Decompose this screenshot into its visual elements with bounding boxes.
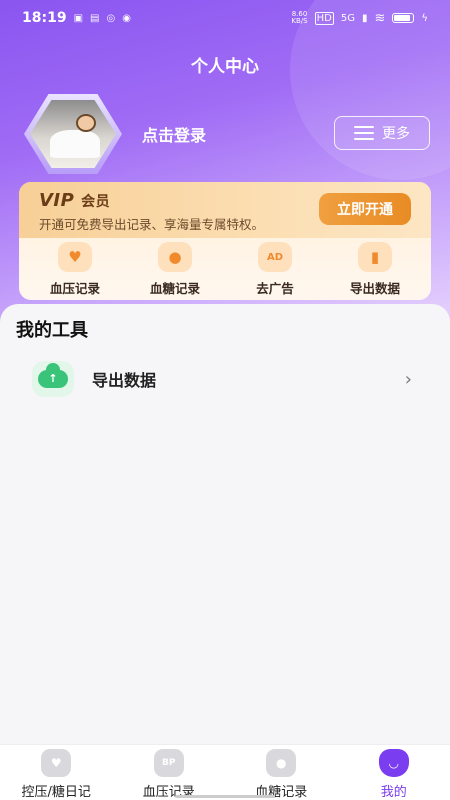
open-vip-button[interactable]: 立即开通: [319, 193, 411, 225]
status-time: 18:19: [22, 10, 67, 26]
perk-remove-ads[interactable]: AD 去广告: [227, 242, 323, 297]
picture-icon: ▤: [90, 12, 100, 24]
tab-mine[interactable]: ◡ 我的: [338, 745, 450, 800]
tab-blood-pressure[interactable]: BP 血压记录: [113, 745, 226, 800]
perk-label: 去广告: [256, 281, 294, 296]
signal-bars-icon: ▮: [361, 12, 368, 24]
avatar-figure-head: [76, 114, 96, 132]
vip-description: 开通可免费导出记录、享海量专属特权。: [39, 217, 265, 232]
vip-title: VIP 会员: [39, 190, 110, 211]
ad-icon: AD: [258, 242, 292, 272]
perk-label: 血压记录: [49, 281, 100, 296]
chevron-right-icon: ›: [404, 368, 412, 390]
game-icon: ◉: [122, 12, 131, 24]
tool-item-export-data[interactable]: ↑ 导出数据 ›: [16, 354, 434, 404]
perk-blood-sugar[interactable]: ● 血糖记录: [127, 242, 223, 297]
tab-label: 我的: [380, 785, 407, 800]
vip-banner: VIP 会员 开通可免费导出记录、享海量专属特权。 立即开通: [19, 182, 431, 238]
tab-blood-sugar[interactable]: ● 血糖记录: [225, 745, 338, 800]
menu-icon: [354, 126, 374, 140]
wifi-icon: ≋: [374, 10, 386, 26]
status-bar: 18:19 ▣ ▤ ◎ ◉ 8.60 KB/S HD 5G ▮ ≋ ϟ: [0, 0, 450, 36]
perk-blood-pressure[interactable]: ♥ 血压记录: [27, 242, 123, 297]
signal-label: 5G: [340, 12, 355, 24]
more-button[interactable]: 更多: [334, 116, 430, 150]
link-icon: ◎: [106, 12, 116, 24]
home-indicator: [175, 795, 275, 798]
perk-label: 导出数据: [349, 281, 400, 296]
diary-icon: ♥: [41, 749, 72, 777]
vip-title-suffix: 会员: [81, 194, 111, 210]
avatar-frame: [24, 94, 122, 174]
bottom-tab-bar: ♥ 控压/糖日记 BP 血压记录 ● 血糖记录 ◡ 我的: [0, 744, 450, 800]
avatar-image: [30, 100, 116, 168]
section-title: 我的工具: [16, 320, 88, 341]
blood-pressure-icon: BP: [153, 749, 184, 777]
blood-drop-icon: ●: [158, 242, 192, 272]
hd-badge: HD: [314, 11, 334, 25]
tools-sheet: 我的工具 ↑ 导出数据 ›: [0, 304, 450, 744]
avatar-figure-body: [50, 130, 100, 158]
perk-label: 血糖记录: [149, 281, 200, 296]
profile-face-icon: ◡: [378, 749, 409, 777]
page-title: 个人中心: [191, 57, 259, 77]
battery-icon: [392, 13, 415, 23]
app-notification-icon: ▣: [73, 12, 84, 24]
heart-icon: ♥: [58, 242, 92, 272]
bar-chart-icon: ▮: [358, 242, 392, 272]
perk-export-data[interactable]: ▮ 导出数据: [327, 242, 423, 297]
vip-perks: ♥ 血压记录 ● 血糖记录 AD 去广告 ▮ 导出数据: [19, 238, 431, 297]
charging-icon: ϟ: [421, 12, 428, 24]
tab-diary[interactable]: ♥ 控压/糖日记: [0, 745, 113, 800]
vip-card[interactable]: VIP 会员 开通可免费导出记录、享海量专属特权。 立即开通 ♥ 血压记录 ● …: [19, 182, 431, 300]
tool-item-label: 导出数据: [92, 371, 157, 390]
tab-label: 控压/糖日记: [21, 785, 91, 800]
blood-drop-icon: ●: [266, 749, 297, 777]
vip-title-prefix: VIP: [39, 190, 75, 211]
login-link[interactable]: 点击登录: [142, 122, 206, 146]
network-speed-unit: KB/S: [291, 17, 308, 25]
cloud-upload-icon: ↑: [32, 361, 74, 397]
avatar[interactable]: [24, 94, 122, 174]
network-speed: 8.60 KB/S: [291, 11, 307, 25]
more-button-label: 更多: [382, 126, 410, 142]
